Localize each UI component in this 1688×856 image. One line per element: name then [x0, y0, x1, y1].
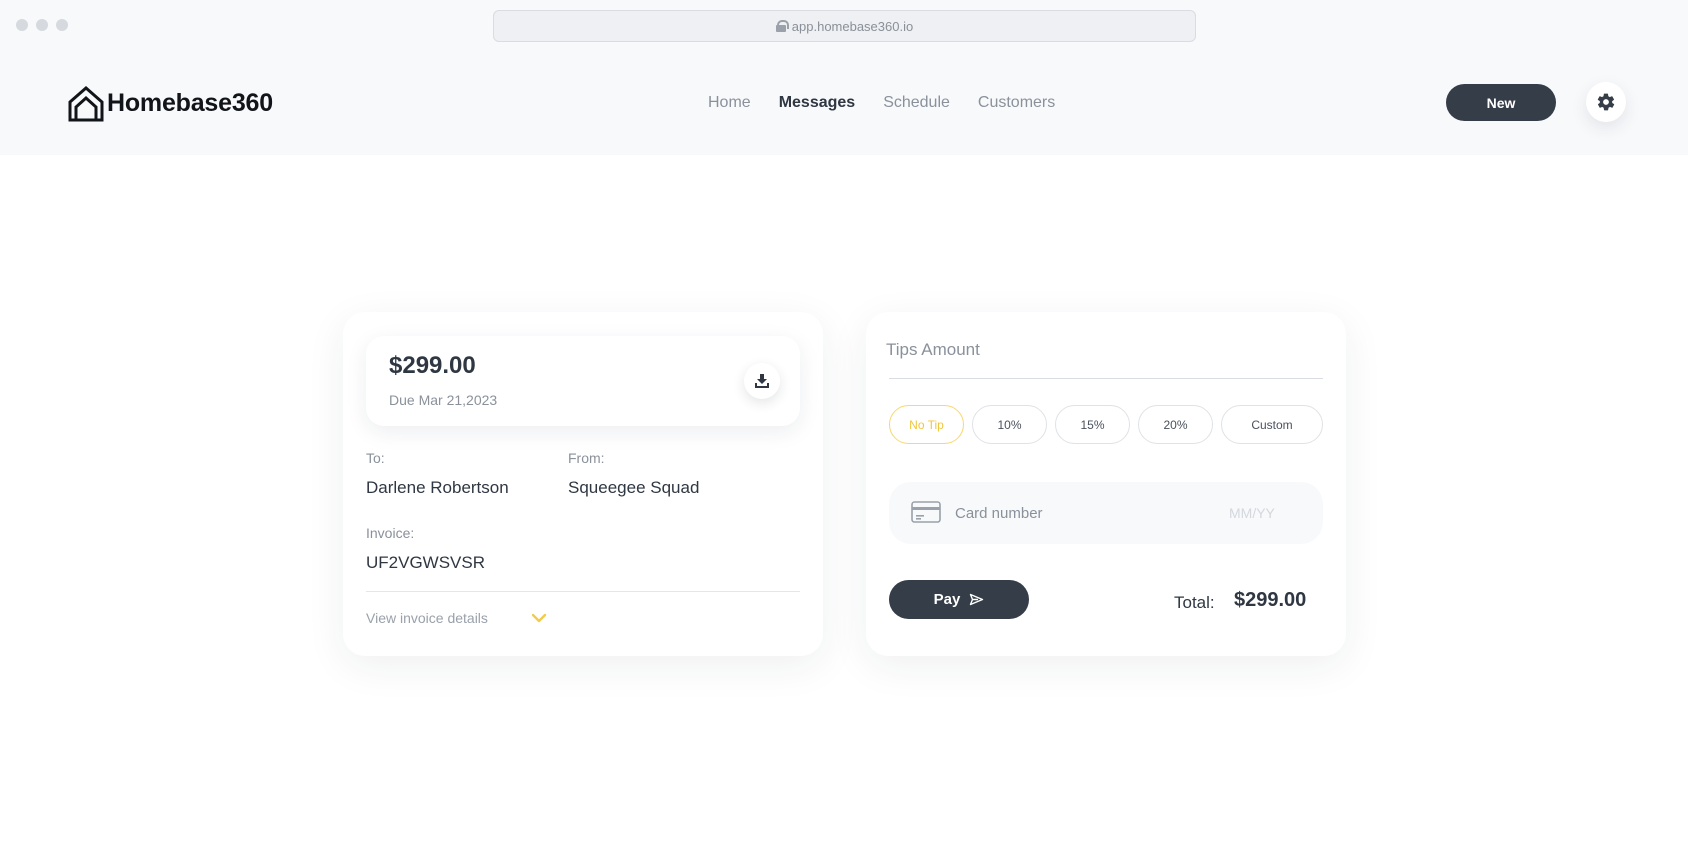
- send-icon: [970, 593, 984, 606]
- invoice-number: UF2VGWSVSR: [366, 553, 486, 572]
- tip-option-10[interactable]: 10%: [972, 405, 1047, 444]
- pay-button[interactable]: Pay: [889, 580, 1029, 619]
- tips-underline: [889, 378, 1323, 379]
- invoice-amount: $299.00: [389, 352, 476, 379]
- nav-customers[interactable]: Customers: [978, 94, 1055, 112]
- from-label: From:: [568, 450, 605, 466]
- tip-option-20[interactable]: 20%: [1138, 405, 1213, 444]
- nav-messages[interactable]: Messages: [779, 94, 856, 112]
- divider: [366, 591, 800, 592]
- credit-card-icon: [911, 501, 941, 523]
- card-number-input[interactable]: [955, 502, 1195, 524]
- invoice-card: $299.00 Due Mar 21,2023 To: Darlene Robe…: [343, 312, 823, 656]
- maximize-window-dot[interactable]: [56, 19, 68, 31]
- brand-name: Homebase360: [107, 89, 273, 117]
- nav-home[interactable]: Home: [708, 94, 751, 112]
- total-label: Total:: [1174, 593, 1215, 612]
- invoice-label: Invoice:: [366, 525, 415, 541]
- tip-option-no-tip[interactable]: No Tip: [889, 405, 964, 444]
- pay-label: Pay: [933, 591, 961, 608]
- minimize-window-dot[interactable]: [36, 19, 48, 31]
- browser-chrome: app.homebase360.io: [0, 0, 1688, 48]
- address-bar[interactable]: app.homebase360.io: [493, 10, 1196, 42]
- app-header: Homebase360 Home Messages Schedule Custo…: [0, 48, 1688, 155]
- card-details-field: [889, 482, 1323, 544]
- invoice-summary: $299.00 Due Mar 21,2023: [366, 336, 800, 426]
- download-button[interactable]: [744, 363, 780, 399]
- tips-amount-title: Tips Amount: [886, 340, 980, 359]
- nav-schedule[interactable]: Schedule: [883, 94, 950, 112]
- url-text: app.homebase360.io: [791, 18, 914, 34]
- from-value: Squeegee Squad: [568, 478, 700, 497]
- payment-card: Tips Amount No Tip 10% 15% 20% Custom Pa…: [866, 312, 1346, 656]
- house-logo-icon: [68, 86, 104, 122]
- brand-logo[interactable]: Homebase360: [68, 85, 273, 122]
- new-button[interactable]: New: [1446, 84, 1556, 121]
- due-date: Due Mar 21,2023: [389, 392, 498, 408]
- to-label: To:: [366, 450, 385, 466]
- tip-option-custom[interactable]: Custom: [1221, 405, 1323, 444]
- expiry-date-input[interactable]: [1229, 502, 1299, 524]
- settings-button[interactable]: [1586, 82, 1626, 122]
- tip-option-15[interactable]: 15%: [1055, 405, 1130, 444]
- main-nav: Home Messages Schedule Customers: [708, 94, 1055, 112]
- view-invoice-details-link[interactable]: View invoice details: [366, 610, 488, 626]
- chevron-down-icon[interactable]: [531, 612, 547, 624]
- window-controls: [16, 19, 68, 31]
- lock-icon: [775, 20, 789, 32]
- gear-icon: [1597, 93, 1615, 111]
- download-icon: [755, 374, 769, 388]
- to-value: Darlene Robertson: [366, 478, 509, 497]
- close-window-dot[interactable]: [16, 19, 28, 31]
- total-value: $299.00: [1234, 589, 1307, 611]
